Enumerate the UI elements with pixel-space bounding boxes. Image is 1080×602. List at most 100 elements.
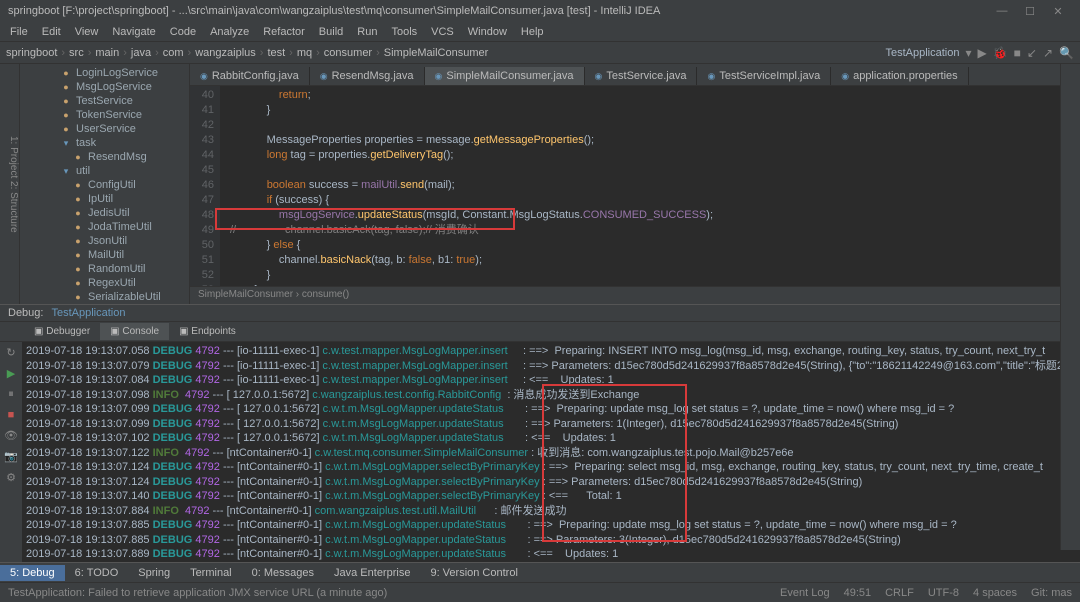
tree-item[interactable]: ●MailUtil bbox=[20, 248, 189, 262]
debug-icon[interactable]: 🐞 bbox=[993, 46, 1008, 60]
menu-analyze[interactable]: Analyze bbox=[204, 24, 255, 40]
git-push-icon[interactable]: ↗ bbox=[1043, 46, 1053, 60]
code-area[interactable]: return; } MessageProperties properties =… bbox=[220, 86, 1080, 286]
toolwindow-tab[interactable]: Spring bbox=[128, 565, 180, 581]
editor-tab[interactable]: ◉TestServiceImpl.java bbox=[697, 67, 831, 85]
tree-item[interactable]: ●RandomUtil bbox=[20, 262, 189, 276]
crumb-item[interactable]: src bbox=[69, 47, 84, 59]
navbar: springboot›src›main›java›com›wangzaiplus… bbox=[0, 42, 1080, 64]
crumb-item[interactable]: SimpleMailConsumer bbox=[384, 47, 489, 59]
editor-tab[interactable]: ◉SimpleMailConsumer.java bbox=[425, 67, 585, 85]
status-message: TestApplication: Failed to retrieve appl… bbox=[8, 587, 387, 599]
maximize-icon[interactable]: ☐ bbox=[1016, 5, 1044, 18]
menu-help[interactable]: Help bbox=[515, 24, 550, 40]
editor-tab[interactable]: ◉ResendMsg.java bbox=[310, 67, 425, 85]
tree-item[interactable]: ●ResendMsg bbox=[20, 150, 189, 164]
camera-icon[interactable]: 📷 bbox=[4, 450, 18, 463]
menu-view[interactable]: View bbox=[69, 24, 105, 40]
statusbar: TestApplication: Failed to retrieve appl… bbox=[0, 582, 1080, 602]
event-log[interactable]: Event Log bbox=[780, 587, 830, 599]
editor-breadcrumb[interactable]: SimpleMailConsumer › consume() bbox=[190, 286, 1080, 304]
rerun-icon[interactable]: ↻ bbox=[6, 346, 15, 359]
toolwindow-tab[interactable]: 0: Messages bbox=[242, 565, 324, 581]
crumb-item[interactable]: springboot bbox=[6, 47, 57, 59]
breadcrumb[interactable]: springboot›src›main›java›com›wangzaiplus… bbox=[6, 47, 488, 59]
menu-file[interactable]: File bbox=[4, 24, 34, 40]
crumb-item[interactable]: main bbox=[95, 47, 119, 59]
tree-item[interactable]: ●JsonUtil bbox=[20, 234, 189, 248]
toolwindow-tab[interactable]: 5: Debug bbox=[0, 565, 65, 581]
debug-tab-console[interactable]: ▣ Console bbox=[100, 323, 169, 340]
crumb-item[interactable]: test bbox=[267, 47, 285, 59]
line-gutter[interactable]: 4041424344454647484950515253 bbox=[190, 86, 220, 286]
menubar: FileEditViewNavigateCodeAnalyzeRefactorB… bbox=[0, 22, 1080, 42]
tree-item[interactable]: ●LoginLogService bbox=[20, 66, 189, 80]
menu-code[interactable]: Code bbox=[164, 24, 202, 40]
breakpoints-icon[interactable]: 👁 bbox=[4, 429, 18, 442]
debug-panel: Debug: TestApplication ▣ Debugger▣ Conso… bbox=[0, 304, 1080, 562]
toolwindow-tab[interactable]: Java Enterprise bbox=[324, 565, 420, 581]
menu-build[interactable]: Build bbox=[313, 24, 349, 40]
crumb-item[interactable]: com bbox=[163, 47, 184, 59]
titlebar: springboot [F:\project\springboot] - ...… bbox=[0, 0, 1080, 22]
caret-position[interactable]: 49:51 bbox=[844, 587, 872, 599]
menu-navigate[interactable]: Navigate bbox=[106, 24, 161, 40]
console-output[interactable]: 2019-07-18 19:13:07.058 DEBUG 4792 --- [… bbox=[22, 342, 1080, 562]
chevron-down-icon[interactable]: ▾ bbox=[965, 46, 971, 60]
crumb-item[interactable]: consumer bbox=[324, 47, 372, 59]
project-tree[interactable]: ●LoginLogService●MsgLogService●TestServi… bbox=[20, 64, 190, 304]
menu-window[interactable]: Window bbox=[462, 24, 513, 40]
editor-tab[interactable]: ◉application.properties bbox=[831, 67, 968, 85]
indent[interactable]: 4 spaces bbox=[973, 587, 1017, 599]
stop-icon[interactable]: ■ bbox=[8, 409, 15, 421]
tree-item[interactable]: ●TestService bbox=[20, 94, 189, 108]
search-icon[interactable]: 🔍 bbox=[1059, 46, 1074, 60]
debug-config[interactable]: TestApplication bbox=[51, 307, 125, 319]
close-icon[interactable]: ✕ bbox=[1044, 5, 1072, 18]
debug-label: Debug: bbox=[0, 307, 51, 319]
bottom-toolwindow-bar: 5: Debug6: TODOSpringTerminal0: Messages… bbox=[0, 562, 1080, 582]
stop-icon[interactable]: ■ bbox=[1014, 46, 1021, 60]
tree-item[interactable]: ●MsgLogService bbox=[20, 80, 189, 94]
menu-run[interactable]: Run bbox=[351, 24, 383, 40]
pause-icon[interactable]: ⏸ bbox=[8, 388, 14, 401]
editor: ◉RabbitConfig.java◉ResendMsg.java◉Simple… bbox=[190, 64, 1080, 304]
tree-item[interactable]: ●SerializableUtil bbox=[20, 290, 189, 304]
tree-item[interactable]: ▾util bbox=[20, 164, 189, 178]
tree-item[interactable]: ●RegexUtil bbox=[20, 276, 189, 290]
menu-refactor[interactable]: Refactor bbox=[257, 24, 311, 40]
crumb-item[interactable]: java bbox=[131, 47, 151, 59]
toolwindow-tab[interactable]: 6: TODO bbox=[65, 565, 129, 581]
tree-item[interactable]: ●IpUtil bbox=[20, 192, 189, 206]
tree-item[interactable]: ●ConfigUtil bbox=[20, 178, 189, 192]
tree-item[interactable]: ●JodaTimeUtil bbox=[20, 220, 189, 234]
menu-tools[interactable]: Tools bbox=[385, 24, 423, 40]
left-toolwindow-bar[interactable]: 1: Project 2: Structure bbox=[0, 64, 20, 304]
tree-item[interactable]: ▾task bbox=[20, 136, 189, 150]
debug-tabs: ▣ Debugger▣ Console▣ Endpoints bbox=[0, 322, 1080, 342]
debug-tab-endpoints[interactable]: ▣ Endpoints bbox=[169, 323, 246, 340]
crumb-item[interactable]: mq bbox=[297, 47, 312, 59]
resume-icon[interactable]: ▶ bbox=[7, 367, 15, 380]
right-toolwindow-bar[interactable] bbox=[1060, 64, 1080, 550]
git-branch[interactable]: Git: mas bbox=[1031, 587, 1072, 599]
minimize-icon[interactable]: — bbox=[988, 5, 1016, 17]
menu-edit[interactable]: Edit bbox=[36, 24, 67, 40]
debug-toolbar: ↻ ▶ ⏸ ■ 👁 📷 ⚙ bbox=[0, 342, 22, 562]
run-icon[interactable]: ▶ bbox=[977, 46, 986, 60]
line-sep[interactable]: CRLF bbox=[885, 587, 914, 599]
git-pull-icon[interactable]: ↙ bbox=[1027, 46, 1037, 60]
toolwindow-tab[interactable]: 9: Version Control bbox=[420, 565, 527, 581]
menu-vcs[interactable]: VCS bbox=[425, 24, 460, 40]
crumb-item[interactable]: wangzaiplus bbox=[195, 47, 256, 59]
editor-tab[interactable]: ◉RabbitConfig.java bbox=[190, 67, 310, 85]
tree-item[interactable]: ●UserService bbox=[20, 122, 189, 136]
toolwindow-tab[interactable]: Terminal bbox=[180, 565, 242, 581]
run-config-select[interactable]: TestApplication bbox=[885, 47, 959, 59]
tree-item[interactable]: ●JedisUtil bbox=[20, 206, 189, 220]
debug-tab-debugger[interactable]: ▣ Debugger bbox=[24, 323, 100, 340]
tree-item[interactable]: ●TokenService bbox=[20, 108, 189, 122]
editor-tab[interactable]: ◉TestService.java bbox=[585, 67, 698, 85]
settings-icon[interactable]: ⚙ bbox=[6, 471, 16, 484]
encoding[interactable]: UTF-8 bbox=[928, 587, 959, 599]
